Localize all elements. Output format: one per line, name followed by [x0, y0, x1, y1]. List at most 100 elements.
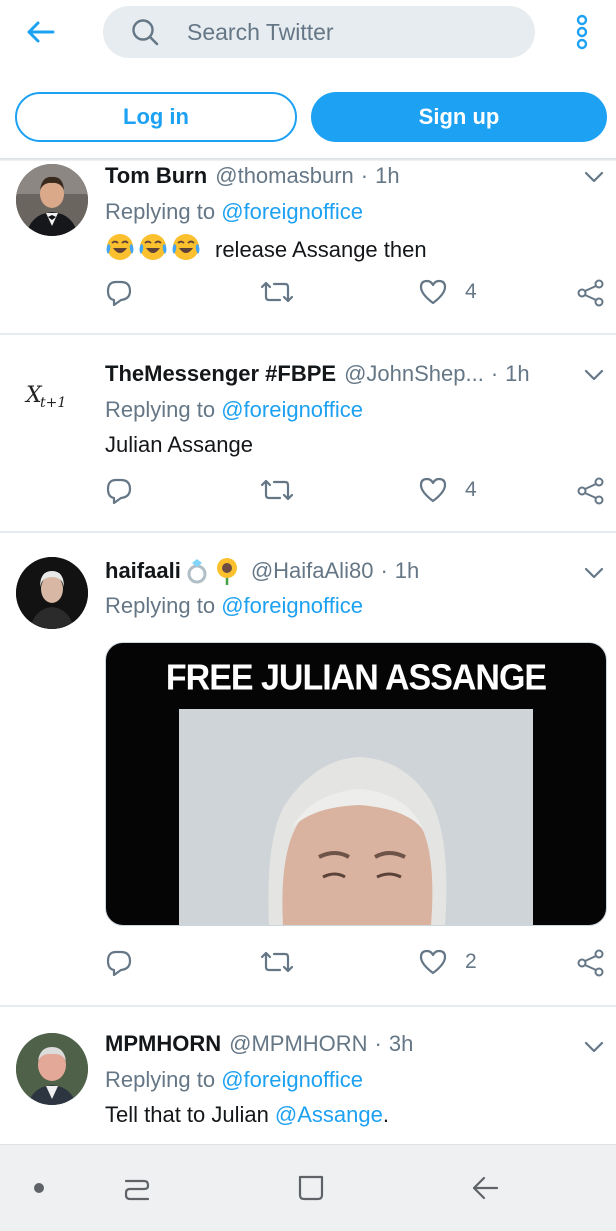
- tweet-body-suffix: .: [382, 1102, 389, 1127]
- author-name[interactable]: TheMessenger #FBPE: [105, 361, 336, 387]
- share-icon: [577, 279, 604, 307]
- tweet-timestamp[interactable]: 1h: [375, 163, 399, 189]
- reply-button[interactable]: [105, 949, 133, 977]
- signup-button[interactable]: Sign up: [311, 92, 607, 142]
- tweet-menu-button[interactable]: [582, 561, 606, 585]
- author-handle[interactable]: @JohnShep...: [344, 361, 484, 387]
- avatar[interactable]: [16, 557, 88, 629]
- reply-icon: [106, 950, 132, 977]
- auth-buttons: Log in Sign up: [0, 92, 616, 144]
- back-arrow-icon: [472, 1176, 499, 1200]
- retweet-button[interactable]: [260, 477, 294, 503]
- reply-button[interactable]: [105, 477, 133, 505]
- replying-prefix: Replying to: [105, 593, 216, 618]
- heart-icon: [419, 279, 447, 305]
- search-input[interactable]: [185, 17, 509, 47]
- tweet-actions: 2: [105, 949, 615, 979]
- share-icon: [577, 477, 604, 505]
- tweet-body: Tell that to Julian: [105, 1102, 269, 1127]
- retweet-button[interactable]: [260, 279, 294, 305]
- tweet[interactable]: Tom Burn @thomasburn · 1h Replying to @f…: [0, 161, 616, 335]
- tweet-menu-button[interactable]: [582, 165, 606, 189]
- avatar[interactable]: [16, 164, 88, 236]
- more-options-button[interactable]: [566, 12, 598, 52]
- tweet-actions: 4: [105, 279, 615, 309]
- tweet-text: release Assange then: [105, 232, 427, 268]
- system-back-button[interactable]: [450, 1145, 520, 1231]
- tweet-text: Tell that to Julian @Assange .: [105, 1102, 389, 1128]
- separator-dot: ·: [380, 558, 388, 583]
- search-bar[interactable]: [103, 6, 535, 58]
- replying-to: Replying to @foreignoffice: [105, 199, 363, 225]
- share-icon: [577, 949, 604, 977]
- tweet-body: release Assange then: [215, 237, 427, 262]
- home-button[interactable]: [276, 1145, 346, 1231]
- author-handle[interactable]: @MPMHORN: [229, 1031, 367, 1057]
- replying-to-link[interactable]: @foreignoffice: [221, 397, 363, 422]
- tweet-media-image[interactable]: FREE JULIAN ASSANGE: [105, 642, 607, 926]
- chevron-down-icon: [584, 1041, 604, 1053]
- avatar[interactable]: [16, 1033, 88, 1105]
- reply-button[interactable]: [105, 279, 133, 307]
- tweet-timestamp[interactable]: 1h: [395, 558, 419, 584]
- back-button[interactable]: [20, 14, 60, 50]
- tweet-timestamp[interactable]: 3h: [389, 1031, 413, 1057]
- chevron-down-icon: [584, 369, 604, 381]
- like-button[interactable]: 4: [419, 477, 477, 503]
- share-button[interactable]: [577, 279, 605, 307]
- arrow-left-icon: [27, 21, 55, 43]
- retweet-icon: [260, 479, 294, 501]
- share-button[interactable]: [577, 949, 605, 977]
- mention-link[interactable]: @Assange: [275, 1102, 383, 1128]
- like-count: 4: [465, 478, 477, 501]
- reply-icon: [106, 280, 132, 307]
- sunflower-icon: [213, 557, 241, 585]
- recent-apps-button[interactable]: [102, 1145, 172, 1231]
- author-handle[interactable]: @HaifaAli80: [251, 558, 374, 584]
- replying-to-link[interactable]: @foreignoffice: [221, 593, 363, 618]
- like-button[interactable]: 2: [419, 949, 477, 975]
- more-vertical-icon: [576, 14, 588, 50]
- recent-apps-icon: [124, 1179, 150, 1201]
- tweet[interactable]: X t+1 TheMessenger #FBPE @JohnShep... · …: [0, 335, 616, 533]
- share-button[interactable]: [577, 477, 605, 505]
- separator-dot: ·: [490, 361, 499, 386]
- retweet-button[interactable]: [260, 949, 294, 975]
- author-handle[interactable]: @thomasburn: [215, 163, 354, 189]
- replying-to-link[interactable]: @foreignoffice: [221, 199, 363, 224]
- replying-to: Replying to @foreignoffice: [105, 1067, 363, 1093]
- author-name[interactable]: Tom Burn: [105, 163, 207, 189]
- replying-to-link[interactable]: @foreignoffice: [221, 1067, 363, 1092]
- replying-prefix: Replying to: [105, 397, 216, 422]
- author-name[interactable]: MPMHORN: [105, 1031, 221, 1057]
- system-navigation-bar: [0, 1144, 616, 1231]
- chevron-down-icon: [584, 567, 604, 579]
- tweet-menu-button[interactable]: [582, 363, 606, 387]
- like-button[interactable]: 4: [419, 279, 477, 305]
- search-icon: [131, 18, 159, 46]
- tweet-header: MPMHORN @MPMHORN · 3h: [105, 1031, 413, 1057]
- like-count: 4: [465, 280, 477, 303]
- chevron-down-icon: [584, 171, 604, 183]
- media-photo: [179, 709, 533, 925]
- avatar-subscript: t+1: [40, 395, 67, 411]
- tweet[interactable]: MPMHORN @MPMHORN · 3h Replying to @forei…: [0, 1007, 616, 1144]
- media-caption: FREE JULIAN ASSANGE: [165, 658, 547, 698]
- ring-icon: [185, 557, 209, 585]
- heart-icon: [419, 477, 447, 503]
- login-button[interactable]: Log in: [15, 92, 297, 142]
- face-with-tears-of-joy-icon: [105, 232, 201, 268]
- tweet-actions: 4: [105, 477, 615, 507]
- avatar[interactable]: X t+1: [16, 361, 88, 433]
- tweet-header: TheMessenger #FBPE @JohnShep... · 1h: [105, 361, 530, 387]
- reply-icon: [106, 478, 132, 505]
- heart-icon: [419, 949, 447, 975]
- replying-prefix: Replying to: [105, 1067, 216, 1092]
- separator-dot: ·: [374, 1031, 382, 1056]
- separator-dot: ·: [360, 163, 369, 188]
- tweet-header: haifaali @HaifaAli80 · 1h: [105, 557, 419, 585]
- tweet-menu-button[interactable]: [582, 1035, 606, 1059]
- nav-dot-button[interactable]: [4, 1145, 74, 1231]
- author-name[interactable]: haifaali: [105, 558, 181, 584]
- tweet-timestamp[interactable]: 1h: [505, 361, 529, 387]
